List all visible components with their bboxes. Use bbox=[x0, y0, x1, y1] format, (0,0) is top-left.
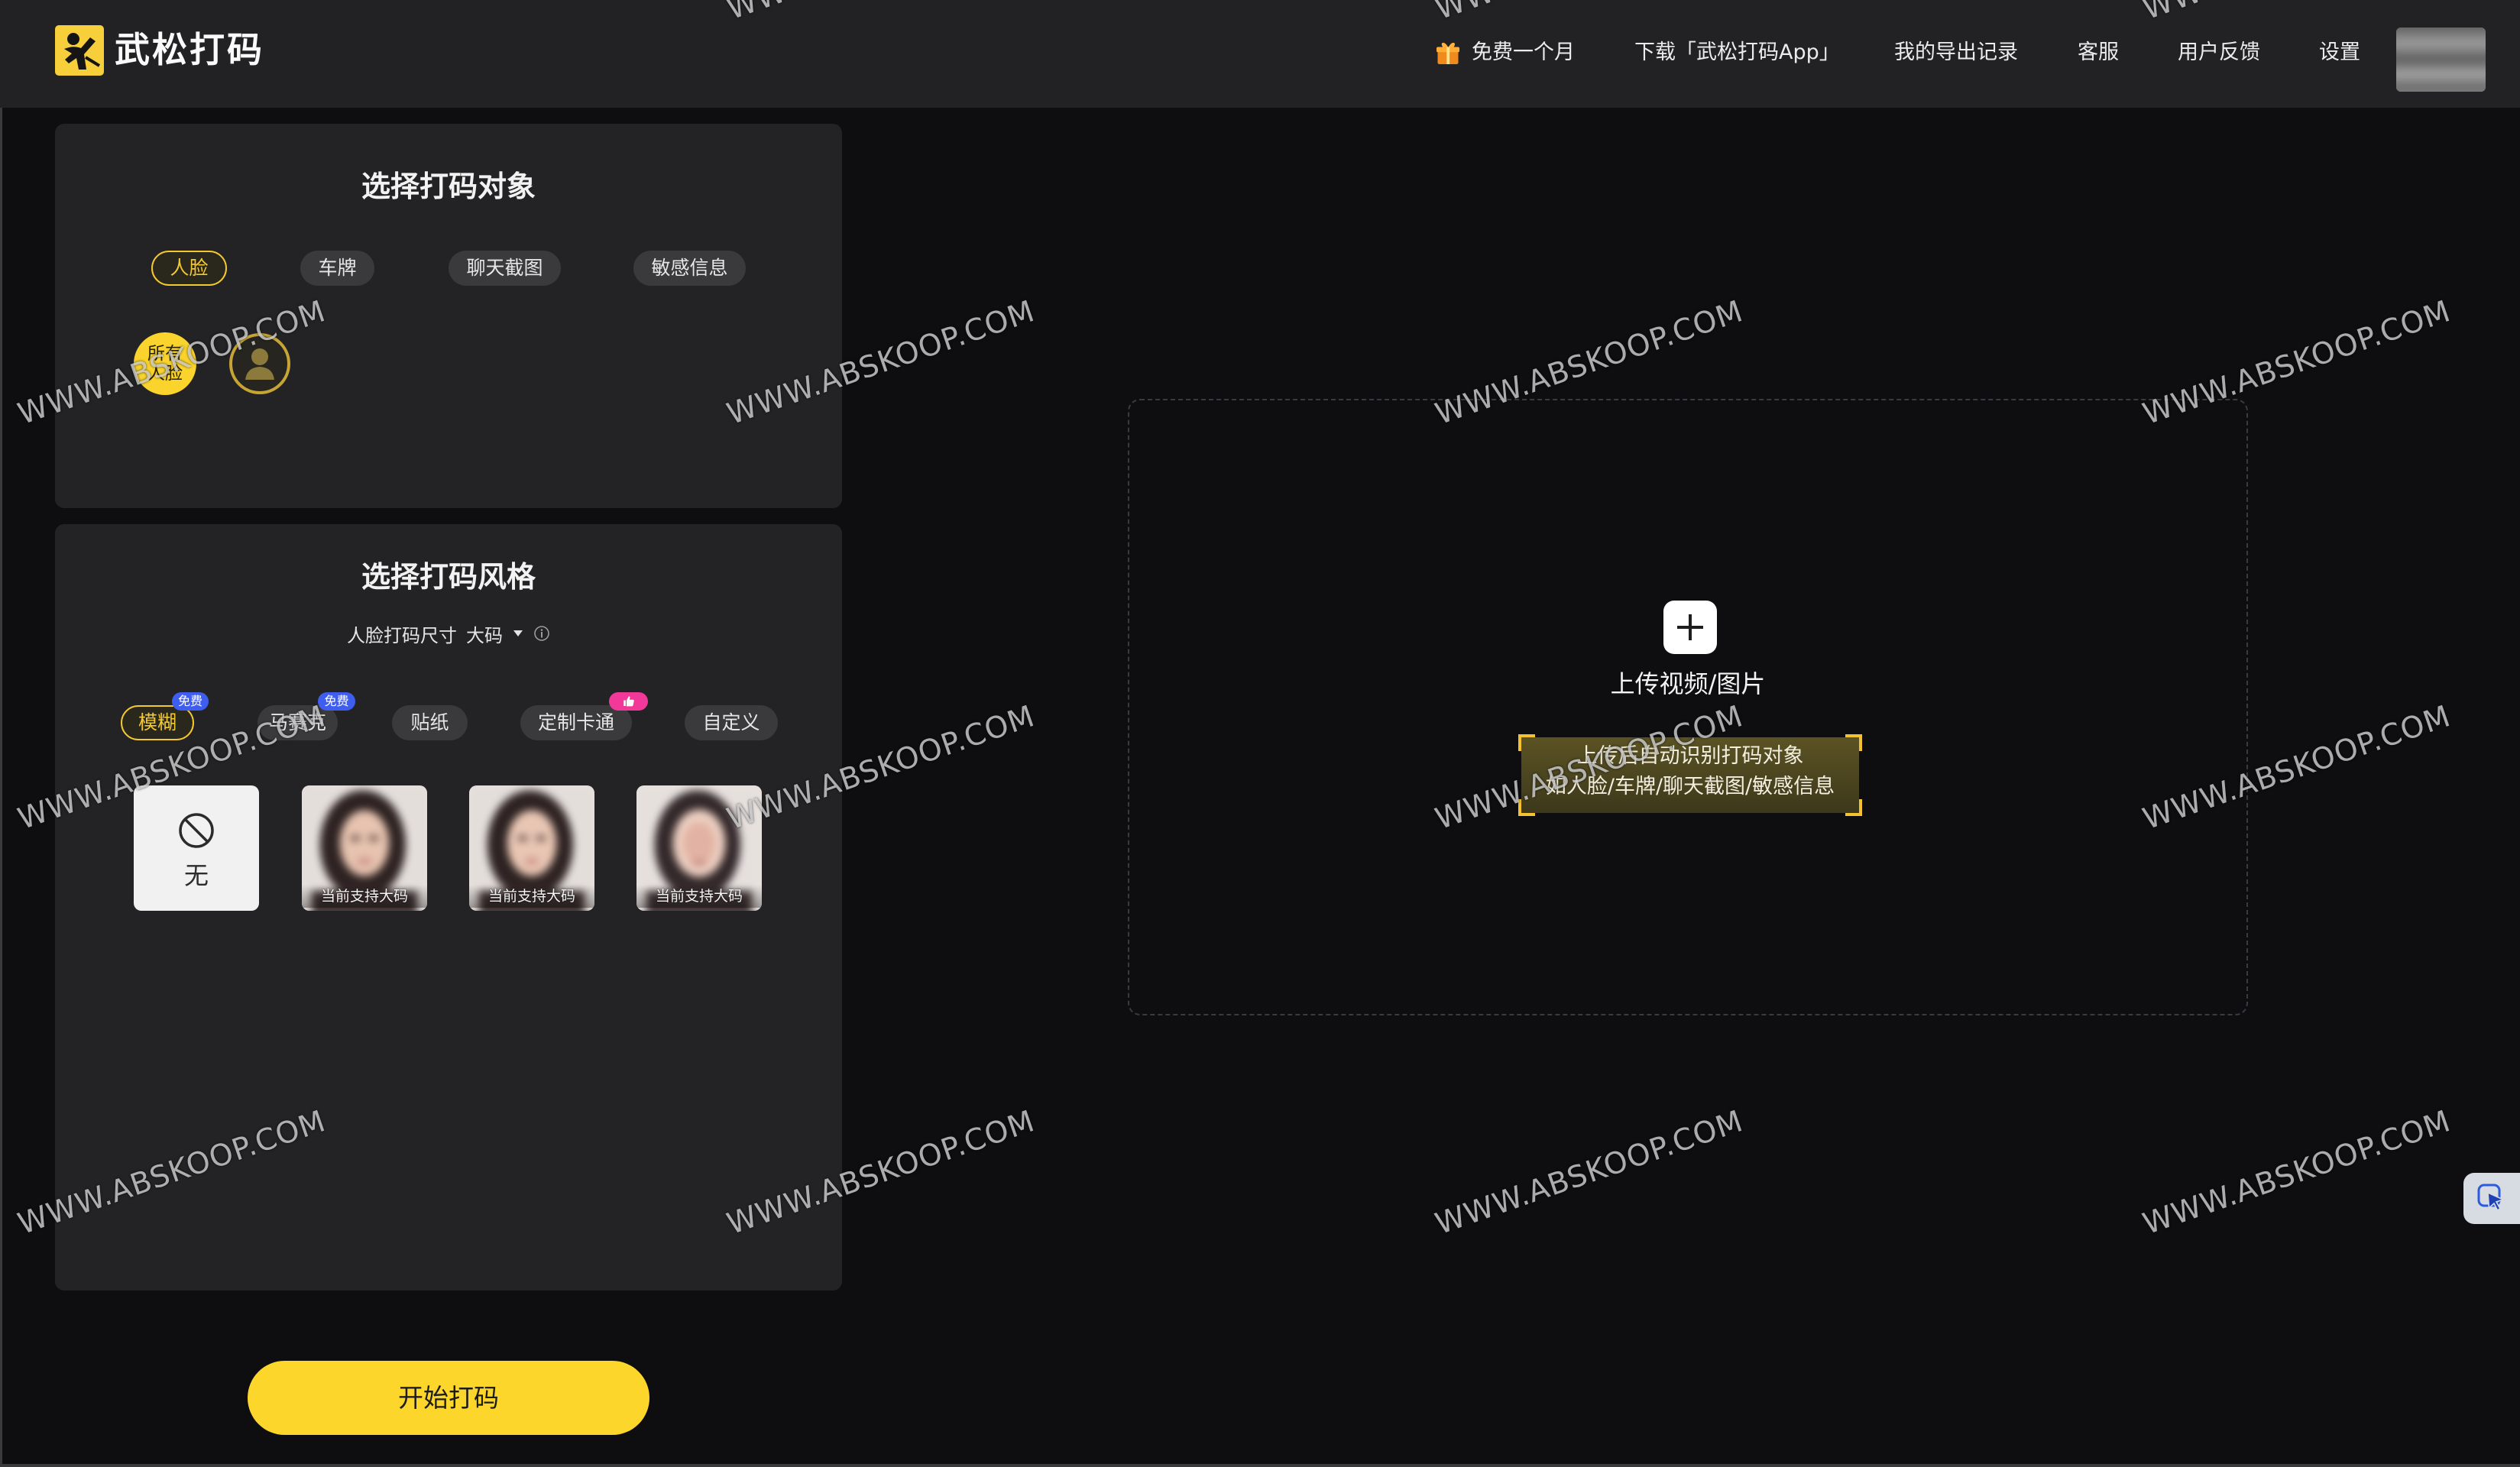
tab-face[interactable]: 人脸 bbox=[151, 251, 227, 286]
hint-line: 上传后自动识别打码对象 bbox=[1576, 744, 1804, 768]
target-panel: 选择打码对象 人脸 车牌 聊天截图 敏感信息 所有人脸 bbox=[55, 124, 842, 508]
corner-bracket bbox=[1518, 734, 1535, 751]
tab-sensitive-info[interactable]: 敏感信息 bbox=[633, 251, 746, 286]
upload-label[interactable]: 上传视频/图片 bbox=[1129, 668, 2246, 700]
panel-title: 选择打码对象 bbox=[361, 170, 536, 203]
nav-settings[interactable]: 设置 bbox=[2319, 38, 2360, 67]
person-silhouette-icon bbox=[229, 333, 290, 394]
floating-tool-button[interactable] bbox=[2463, 1173, 2520, 1224]
recommend-badge bbox=[609, 692, 648, 711]
plus-icon bbox=[1677, 614, 1703, 640]
app-window: 武松打码 免费一个月 下载「武松打码App」 我的导出记录 客服 用户反馈 设置… bbox=[0, 0, 2520, 1467]
nav-download-app[interactable]: 下载「武松打码App」 bbox=[1634, 38, 1840, 67]
size-label: 人脸打码尺寸 bbox=[347, 624, 457, 646]
cursor-click-icon bbox=[2477, 1184, 2505, 1212]
corner-bracket bbox=[1845, 799, 1862, 816]
user-avatar[interactable] bbox=[2396, 28, 2486, 92]
gift-icon[interactable] bbox=[1434, 39, 1462, 66]
free-badge: 免费 bbox=[318, 692, 355, 711]
style-option-none[interactable]: 无 bbox=[134, 785, 259, 911]
nav-export-history[interactable]: 我的导出记录 bbox=[1894, 38, 2018, 67]
nav-free-month[interactable]: 免费一个月 bbox=[1472, 38, 1575, 67]
style-option-sticker-preview[interactable]: 当前支持大码 bbox=[636, 785, 762, 911]
top-bar: 武松打码 免费一个月 下载「武松打码App」 我的导出记录 客服 用户反馈 设置 bbox=[0, 0, 2520, 108]
upload-dropzone[interactable]: 上传视频/图片 上传后自动识别打码对象 如人脸/车牌/聊天截图/敏感信息 bbox=[1128, 399, 2248, 1015]
style-panel: 选择打码风格 人脸打码尺寸 大码 模糊 免费 马赛克 免费 贴纸 定制卡通 自定… bbox=[55, 524, 842, 1291]
free-badge: 免费 bbox=[172, 692, 209, 711]
style-option-label: 无 bbox=[183, 861, 209, 890]
face-size-selector[interactable]: 人脸打码尺寸 大码 bbox=[55, 620, 842, 647]
style-tab-custom[interactable]: 自定义 bbox=[685, 705, 778, 740]
prohibited-icon bbox=[179, 813, 214, 848]
app-logo-icon[interactable] bbox=[55, 25, 104, 76]
info-icon[interactable] bbox=[533, 625, 550, 642]
avatar-image bbox=[2396, 28, 2486, 92]
face-option-all[interactable]: 所有人脸 bbox=[134, 332, 196, 395]
style-option-blur-preview[interactable]: 当前支持大码 bbox=[302, 785, 427, 911]
style-option-caption: 当前支持大码 bbox=[469, 885, 594, 908]
style-option-mosaic-preview[interactable]: 当前支持大码 bbox=[469, 785, 594, 911]
tab-chat-screenshot[interactable]: 聊天截图 bbox=[449, 251, 561, 286]
tab-license-plate[interactable]: 车牌 bbox=[300, 251, 374, 286]
caret-down-icon[interactable] bbox=[512, 627, 524, 640]
corner-bracket bbox=[1518, 799, 1535, 816]
upload-button[interactable] bbox=[1663, 601, 1717, 654]
app-title[interactable]: 武松打码 bbox=[115, 28, 264, 71]
style-option-caption: 当前支持大码 bbox=[636, 885, 762, 908]
upload-hint: 上传后自动识别打码对象 如人脸/车牌/聊天截图/敏感信息 bbox=[1518, 734, 1862, 816]
nav-customer-service[interactable]: 客服 bbox=[2078, 38, 2119, 67]
face-option-person[interactable] bbox=[228, 332, 291, 395]
panel-title: 选择打码风格 bbox=[361, 560, 536, 594]
thumbs-up-icon bbox=[623, 696, 634, 707]
hint-line: 如人脸/车牌/聊天截图/敏感信息 bbox=[1545, 775, 1835, 798]
corner-bracket bbox=[1845, 734, 1862, 751]
start-mosaic-button[interactable]: 开始打码 bbox=[248, 1361, 649, 1435]
face-option-label: 所有人脸 bbox=[147, 344, 183, 384]
style-tab-custom-cartoon[interactable]: 定制卡通 bbox=[520, 705, 632, 740]
style-tab-sticker[interactable]: 贴纸 bbox=[392, 705, 468, 740]
size-value[interactable]: 大码 bbox=[466, 620, 503, 647]
nav-feedback[interactable]: 用户反馈 bbox=[2178, 38, 2260, 67]
style-option-caption: 当前支持大码 bbox=[302, 885, 427, 908]
